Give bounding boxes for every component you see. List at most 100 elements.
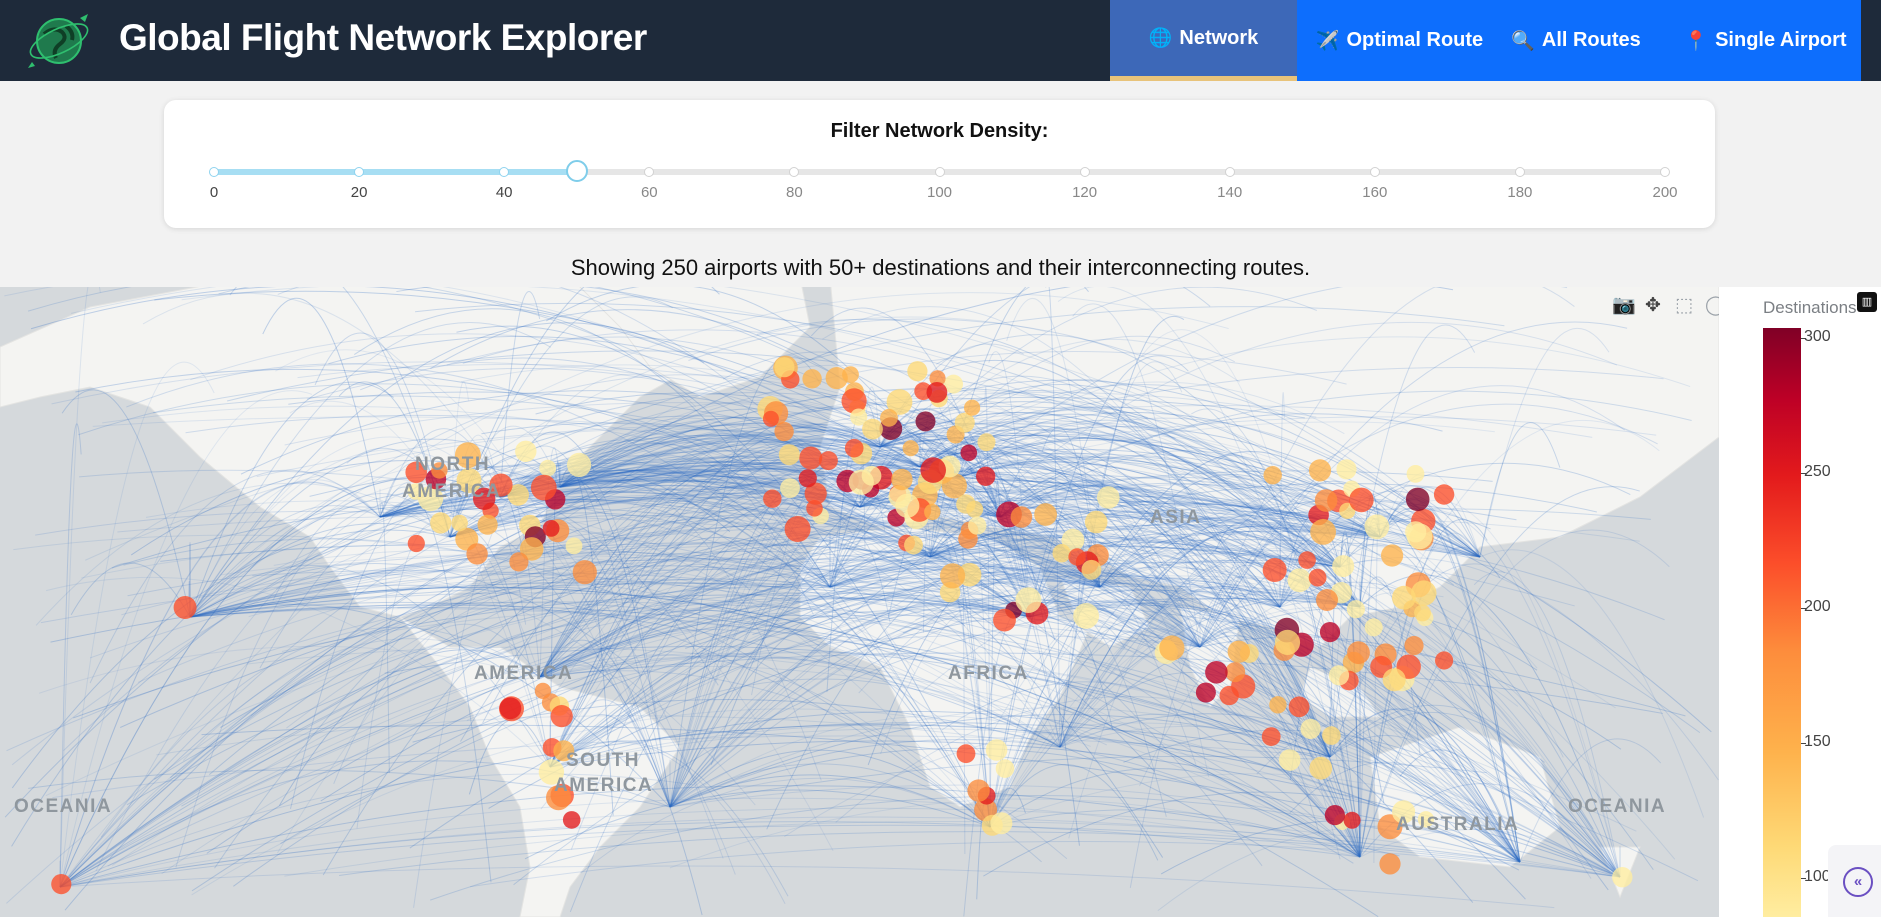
airport-marker[interactable] — [842, 366, 859, 383]
airport-marker[interactable] — [1309, 756, 1333, 780]
tab-single-airport[interactable]: 📍 Single Airport — [1670, 0, 1861, 81]
airport-marker[interactable] — [968, 516, 987, 535]
airport-marker[interactable] — [567, 452, 592, 477]
airport-marker[interactable] — [1225, 662, 1246, 683]
map-canvas[interactable]: NORTH AMERICA AMERICA SOUTH AMERICA AFRI… — [0, 287, 1719, 917]
airport-marker[interactable] — [880, 408, 898, 427]
airport-marker[interactable] — [920, 457, 946, 483]
slider-mark-label[interactable]: 160 — [1362, 184, 1387, 201]
airport-marker[interactable] — [562, 811, 581, 829]
airport-marker[interactable] — [173, 596, 197, 619]
pan-icon[interactable]: ✥ — [1643, 294, 1663, 317]
airport-marker[interactable] — [565, 537, 583, 555]
airport-marker[interactable] — [1319, 622, 1341, 643]
airport-marker[interactable] — [1195, 682, 1216, 703]
airport-marker[interactable] — [466, 543, 488, 565]
airport-marker[interactable] — [1382, 668, 1406, 692]
slider-mark-label[interactable]: 80 — [786, 184, 803, 201]
airport-marker[interactable] — [967, 779, 990, 802]
airport-marker[interactable] — [940, 563, 966, 589]
airport-marker[interactable] — [976, 466, 996, 486]
airport-marker[interactable] — [799, 446, 823, 470]
airport-marker[interactable] — [891, 468, 913, 491]
airport-marker[interactable] — [1314, 489, 1338, 512]
flight-map[interactable]: NORTH AMERICA AMERICA SOUTH AMERICA AFRI… — [0, 287, 1719, 917]
density-slider-handle[interactable] — [566, 160, 588, 182]
airport-marker[interactable] — [1068, 548, 1086, 566]
airport-marker[interactable] — [1219, 685, 1239, 706]
airport-marker[interactable] — [1010, 506, 1033, 528]
airport-marker[interactable] — [1392, 585, 1416, 610]
airport-marker[interactable] — [1308, 459, 1332, 482]
airport-marker[interactable] — [844, 438, 864, 458]
airport-marker[interactable] — [862, 418, 883, 440]
airport-marker[interactable] — [861, 465, 882, 486]
airport-marker[interactable] — [802, 369, 822, 389]
airport-marker[interactable] — [1261, 727, 1281, 746]
airport-marker[interactable] — [499, 697, 522, 720]
airport-marker[interactable] — [1073, 603, 1099, 629]
airport-marker[interactable] — [1435, 651, 1454, 670]
airport-marker[interactable] — [1015, 587, 1042, 613]
plotly-logo-icon[interactable]: ▥ — [1857, 292, 1877, 312]
airport-marker[interactable] — [964, 399, 981, 416]
slider-mark-dot[interactable] — [1369, 167, 1380, 177]
airport-marker[interactable] — [956, 744, 976, 764]
airport-marker[interactable] — [1322, 726, 1341, 745]
airport-marker[interactable] — [1034, 503, 1057, 526]
airport-marker[interactable] — [924, 503, 941, 521]
airport-marker[interactable] — [926, 382, 948, 403]
airport-marker[interactable] — [1328, 665, 1350, 686]
airport-marker[interactable] — [966, 500, 984, 518]
airport-marker[interactable] — [1406, 523, 1433, 550]
airport-marker[interactable] — [542, 520, 560, 537]
slider-mark-label[interactable]: 100 — [927, 184, 952, 201]
slider-mark-dot[interactable] — [1224, 167, 1235, 177]
airport-marker[interactable] — [993, 608, 1016, 632]
airport-marker[interactable] — [1310, 519, 1336, 545]
airport-marker[interactable] — [995, 759, 1015, 778]
airport-marker[interactable] — [1612, 867, 1633, 888]
airport-marker[interactable] — [1278, 749, 1301, 771]
airport-marker[interactable] — [915, 411, 936, 432]
tab-network[interactable]: 🌐 Network — [1110, 0, 1297, 81]
airport-marker[interactable] — [1349, 487, 1374, 513]
airport-marker[interactable] — [774, 357, 795, 378]
airport-marker[interactable] — [1052, 544, 1071, 563]
airport-marker[interactable] — [430, 512, 452, 534]
airport-marker[interactable] — [784, 516, 811, 542]
tab-optimal-route[interactable]: ✈️ Optimal Route — [1297, 0, 1502, 81]
slider-mark-dot[interactable] — [934, 167, 945, 177]
airport-marker[interactable] — [51, 874, 72, 895]
slider-mark-label[interactable]: 0 — [210, 184, 218, 201]
airport-marker[interactable] — [477, 514, 498, 535]
airport-marker[interactable] — [990, 812, 1013, 835]
slider-mark-label[interactable]: 60 — [641, 184, 658, 201]
airport-marker[interactable] — [1274, 629, 1301, 655]
airport-marker[interactable] — [907, 361, 928, 382]
airport-marker[interactable] — [1084, 510, 1108, 534]
airport-marker[interactable] — [1343, 811, 1361, 829]
airport-marker[interactable] — [1324, 805, 1345, 826]
airport-marker[interactable] — [407, 534, 425, 553]
airport-marker[interactable] — [1081, 559, 1102, 580]
airport-marker[interactable] — [1405, 487, 1430, 512]
airport-marker[interactable] — [1346, 600, 1365, 619]
camera-icon[interactable]: 📷 — [1612, 293, 1636, 317]
airport-marker[interactable] — [1288, 696, 1310, 718]
airport-marker[interactable] — [1414, 604, 1431, 622]
airport-marker[interactable] — [509, 552, 529, 572]
airport-marker[interactable] — [818, 451, 838, 471]
airport-marker[interactable] — [1205, 661, 1228, 684]
airport-marker[interactable] — [1262, 558, 1287, 582]
sidebar-toggle-button[interactable]: « — [1828, 845, 1881, 917]
airport-marker[interactable] — [1097, 486, 1120, 509]
airport-marker[interactable] — [1300, 718, 1321, 739]
slider-mark-label[interactable]: 20 — [351, 184, 368, 201]
slider-mark-label[interactable]: 40 — [496, 184, 513, 201]
airport-marker[interactable] — [778, 444, 800, 466]
slider-mark-label[interactable]: 180 — [1507, 184, 1532, 201]
airport-marker[interactable] — [1287, 568, 1312, 593]
airport-marker[interactable] — [515, 440, 537, 462]
airport-marker[interactable] — [895, 493, 920, 518]
